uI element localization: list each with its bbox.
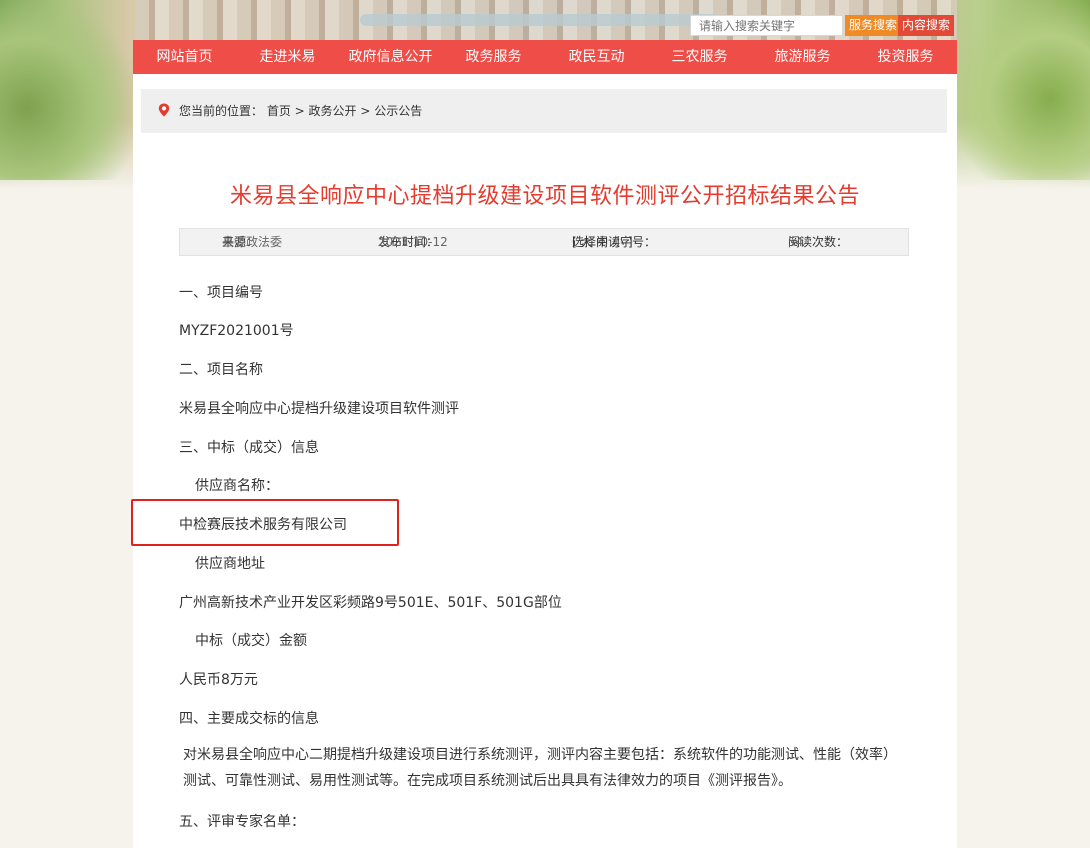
- bid-amount-label: 中标（成交）金额: [195, 633, 307, 649]
- highlight-box: [131, 499, 399, 546]
- breadcrumb: 您当前的位置： 首页 > 政务公开 > 公示公告: [141, 89, 947, 133]
- content-panel: 您当前的位置： 首页 > 政务公开 > 公示公告 米易县全响应中心提档升级建设项…: [133, 74, 957, 848]
- section-heading: 五、评审专家名单：: [179, 814, 305, 830]
- breadcrumb-public-affairs[interactable]: 政务公开: [309, 104, 357, 118]
- search-input[interactable]: [690, 15, 843, 36]
- article-title: 米易县全响应中心提档升级建设项目软件测评公开招标结果公告: [229, 184, 860, 209]
- meta-date-value: 2021-10-12: [378, 235, 448, 249]
- bid-amount: 人民币8万元: [179, 672, 258, 688]
- banner-hill-left: [0, 0, 135, 180]
- nav-item-tourism[interactable]: 旅游服务: [751, 40, 854, 74]
- breadcrumb-label: 您当前的位置：: [179, 104, 264, 118]
- location-pin-icon: [158, 103, 170, 117]
- meta-source-value: 县委政法委: [222, 235, 283, 249]
- subject-description: 对米易县全响应中心二期提档升级建设项目进行系统测评，测评内容主要包括：系统软件的…: [183, 747, 897, 789]
- nav-item-about[interactable]: 走进米易: [236, 40, 339, 74]
- breadcrumb-sep: >: [356, 104, 375, 118]
- breadcrumb-trail: 您当前的位置： 首页 > 政务公开 > 公示公告: [179, 89, 422, 133]
- meta-views-value: 54: [788, 235, 804, 249]
- article-meta: 来源： 县委政法委 发布时间： 2021-10-12 选择阅读字号：[ 大 中 小 …: [179, 228, 909, 256]
- banner-hill-right: [955, 0, 1090, 180]
- banner-river: [360, 14, 720, 26]
- main-nav: 网站首页 走进米易 政府信息公开 政务服务 政民互动 三农服务 旅游服务 投资服…: [133, 40, 957, 74]
- nav-item-agriculture[interactable]: 三农服务: [648, 40, 751, 74]
- nav-item-interaction[interactable]: 政民互动: [545, 40, 648, 74]
- section-heading: 一、项目编号: [179, 285, 263, 301]
- nav-item-gov-info[interactable]: 政府信息公开: [339, 40, 442, 74]
- breadcrumb-home[interactable]: 首页: [267, 104, 291, 118]
- breadcrumb-notices[interactable]: 公示公告: [374, 104, 422, 118]
- supplier-name-label: 供应商名称：: [195, 478, 279, 494]
- content-search-button[interactable]: 内容搜索: [898, 15, 954, 36]
- supplier-address-label: 供应商地址: [195, 556, 265, 572]
- nav-item-home[interactable]: 网站首页: [133, 40, 236, 74]
- section-heading: 三、中标（成交）信息: [179, 440, 319, 456]
- supplier-address: 广州高新技术产业开发区彩频路9号501E、501F、501G部位: [179, 595, 562, 611]
- breadcrumb-sep: >: [290, 104, 309, 118]
- project-number: MYZF2021001号: [179, 323, 294, 339]
- font-size-selector[interactable]: [ 大 中 小 ]: [572, 229, 633, 255]
- nav-item-investment[interactable]: 投资服务: [854, 40, 957, 74]
- section-heading: 二、项目名称: [179, 362, 263, 378]
- service-search-button[interactable]: 服务搜索: [845, 15, 901, 36]
- project-name: 米易县全响应中心提档升级建设项目软件测评: [179, 401, 459, 417]
- nav-item-gov-services[interactable]: 政务服务: [442, 40, 545, 74]
- section-heading: 四、主要成交标的信息: [179, 711, 319, 727]
